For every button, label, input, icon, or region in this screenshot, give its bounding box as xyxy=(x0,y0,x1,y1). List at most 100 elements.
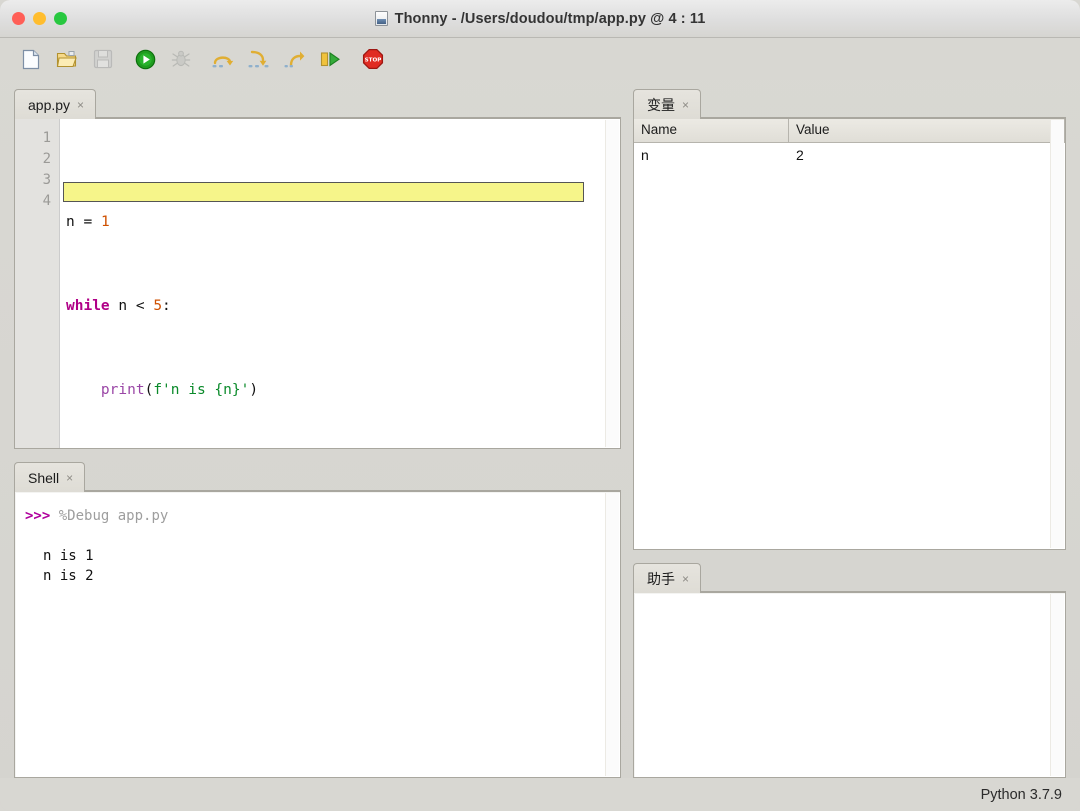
resume-icon xyxy=(319,49,343,69)
code-text-area[interactable]: n = 1 while n < 5: print(f'n is {n}') n … xyxy=(60,119,620,448)
zoom-button[interactable] xyxy=(54,12,67,25)
variable-name: n xyxy=(634,147,789,163)
line-number: 3 xyxy=(15,170,59,191)
line-number-gutter: 1 2 3 4 xyxy=(15,119,60,448)
step-over-icon xyxy=(211,49,235,69)
tabstrip-filler xyxy=(85,468,621,491)
run-button[interactable] xyxy=(130,44,160,74)
line-number: 4 xyxy=(15,191,59,212)
shell-tabstrip: Shell × xyxy=(14,461,621,491)
debug-button[interactable] xyxy=(166,44,196,74)
new-file-button[interactable] xyxy=(16,44,46,74)
step-out-icon xyxy=(283,49,307,69)
tab-label: app.py xyxy=(28,97,70,113)
shell-output-line: n is 1 xyxy=(25,546,610,566)
variable-value: 2 xyxy=(789,147,1065,163)
tab-variables[interactable]: 变量 × xyxy=(633,89,701,119)
tabstrip-filler xyxy=(96,95,621,118)
assistant-tabstrip: 助手 × xyxy=(633,562,1066,592)
save-file-button[interactable] xyxy=(88,44,118,74)
column-header-value[interactable]: Value xyxy=(789,119,1065,142)
step-out-button[interactable] xyxy=(280,44,310,74)
right-column: 变量 × Name Value n 2 xyxy=(633,88,1066,778)
function-name: print xyxy=(101,382,145,398)
expression: n < xyxy=(110,298,154,314)
toolbar: STOP xyxy=(0,38,1080,80)
operator: = xyxy=(75,214,101,230)
save-disk-icon xyxy=(93,49,113,69)
colon: : xyxy=(162,298,171,314)
close-icon[interactable]: × xyxy=(682,99,689,111)
close-icon[interactable]: × xyxy=(682,573,689,585)
code-editor[interactable]: 1 2 3 4 n = 1 while n < 5: print(f'n is … xyxy=(15,119,620,448)
editor-panel: app.py × 1 2 3 4 xyxy=(14,88,621,449)
tab-app-py[interactable]: app.py × xyxy=(14,89,96,119)
table-header-row: Name Value xyxy=(634,119,1065,143)
paren-open: ( xyxy=(145,382,154,398)
tabstrip-filler xyxy=(701,95,1066,118)
variables-body[interactable]: Name Value n 2 xyxy=(633,118,1066,550)
variables-table[interactable]: Name Value n 2 xyxy=(634,119,1065,549)
current-line-highlight xyxy=(63,182,584,202)
line-number: 2 xyxy=(15,149,59,170)
paren-close: ) xyxy=(249,382,258,398)
indent xyxy=(66,382,101,398)
code-line-3: print(f'n is {n}') xyxy=(66,380,620,401)
tab-shell[interactable]: Shell × xyxy=(14,462,85,492)
tabstrip-filler xyxy=(701,569,1066,592)
shell-console[interactable]: >>> %Debug app.py n is 1 n is 2 xyxy=(15,492,620,777)
shell-command-line: >>> %Debug app.py xyxy=(25,506,610,526)
resume-button[interactable] xyxy=(316,44,346,74)
column-header-name[interactable]: Name xyxy=(634,119,789,142)
interpreter-label[interactable]: Python 3.7.9 xyxy=(981,787,1062,803)
close-icon[interactable]: × xyxy=(66,472,73,484)
keyword: while xyxy=(66,298,110,314)
status-bar: Python 3.7.9 xyxy=(0,778,1080,811)
shell-panel: Shell × >>> %Debug app.py n is 1 n is 2 xyxy=(14,461,621,778)
number-literal: 1 xyxy=(101,214,110,230)
editor-tabstrip: app.py × xyxy=(14,88,621,118)
shell-vertical-scrollbar[interactable] xyxy=(605,493,619,776)
new-file-icon xyxy=(21,49,41,70)
variables-panel: 变量 × Name Value n 2 xyxy=(633,88,1066,550)
variables-tabstrip: 变量 × xyxy=(633,88,1066,118)
step-into-icon xyxy=(247,49,271,69)
tab-assistant[interactable]: 助手 × xyxy=(633,563,701,593)
shell-output-line: n is 2 xyxy=(25,566,610,586)
main-area: app.py × 1 2 3 4 xyxy=(0,80,1080,778)
debug-bug-icon xyxy=(171,49,191,69)
svg-text:STOP: STOP xyxy=(365,58,382,64)
identifier: n xyxy=(66,214,75,230)
variables-vertical-scrollbar[interactable] xyxy=(1050,120,1064,548)
step-into-button[interactable] xyxy=(244,44,274,74)
stop-sign-icon: STOP xyxy=(362,48,384,70)
close-button[interactable] xyxy=(12,12,25,25)
code-line-1: n = 1 xyxy=(66,212,620,233)
code-line-2: while n < 5: xyxy=(66,296,620,317)
python-file-icon xyxy=(375,11,388,26)
shell-body-wrap[interactable]: >>> %Debug app.py n is 1 n is 2 xyxy=(14,491,621,778)
tab-label: 助手 xyxy=(647,569,675,589)
stop-button[interactable]: STOP xyxy=(358,44,388,74)
run-play-icon xyxy=(135,49,156,70)
assistant-body[interactable] xyxy=(633,592,1066,778)
editor-vertical-scrollbar[interactable] xyxy=(605,120,619,447)
left-column: app.py × 1 2 3 4 xyxy=(14,88,621,778)
line-number: 1 xyxy=(15,128,59,149)
step-over-button[interactable] xyxy=(208,44,238,74)
window-controls xyxy=(0,12,67,25)
close-icon[interactable]: × xyxy=(77,99,84,111)
assistant-vertical-scrollbar[interactable] xyxy=(1050,594,1064,776)
open-folder-icon xyxy=(56,49,78,69)
tab-label: 变量 xyxy=(647,95,675,115)
editor-body[interactable]: 1 2 3 4 n = 1 while n < 5: print(f'n is … xyxy=(14,118,621,449)
shell-command: %Debug app.py xyxy=(59,508,169,524)
assistant-content xyxy=(634,593,1065,609)
open-file-button[interactable] xyxy=(52,44,82,74)
window-title: Thonny - /Users/doudou/tmp/app.py @ 4 : … xyxy=(395,11,706,27)
table-row[interactable]: n 2 xyxy=(634,143,1065,167)
minimize-button[interactable] xyxy=(33,12,46,25)
title-bar: Thonny - /Users/doudou/tmp/app.py @ 4 : … xyxy=(0,0,1080,38)
assistant-panel: 助手 × xyxy=(633,562,1066,778)
thonny-window: Thonny - /Users/doudou/tmp/app.py @ 4 : … xyxy=(0,0,1080,811)
